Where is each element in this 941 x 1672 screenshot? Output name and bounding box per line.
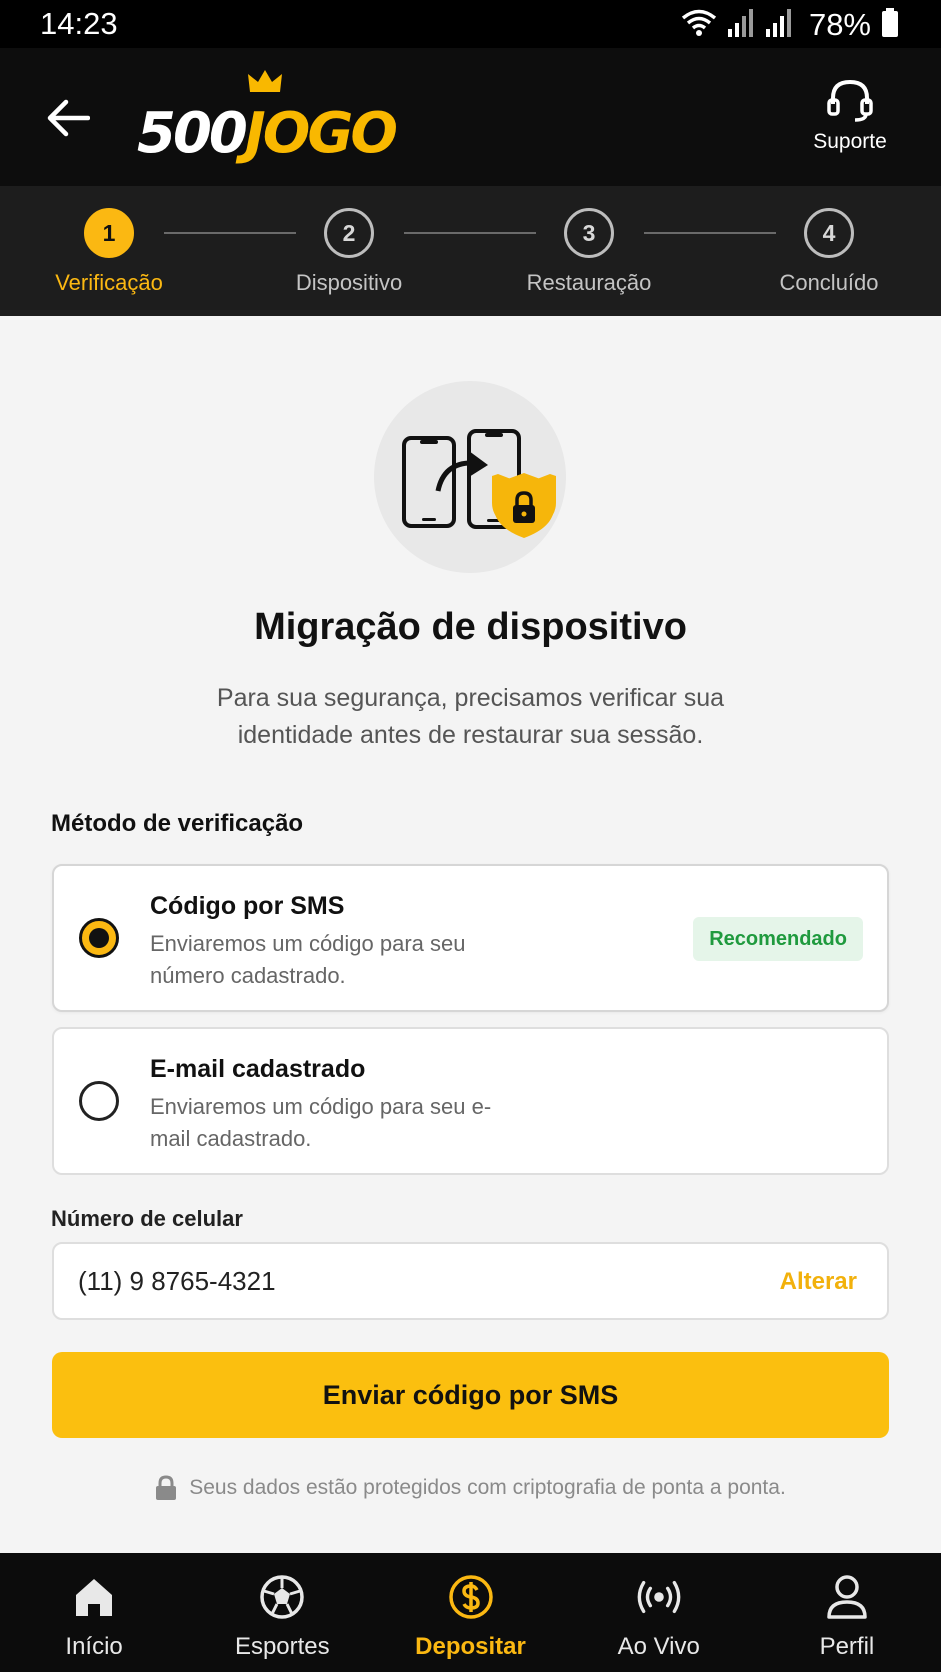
step-device: 2 Dispositivo — [264, 208, 434, 296]
battery-level: 78% — [808, 7, 871, 42]
logo-text: 500JOGO — [137, 106, 398, 162]
nav-item-deposit[interactable]: Depositar — [376, 1553, 564, 1672]
home-icon — [70, 1573, 118, 1621]
lock-icon — [156, 1475, 177, 1500]
status-icons: 78% — [681, 7, 899, 43]
security-note-text: Seus dados estão protegidos com criptogr… — [189, 1476, 786, 1499]
dollar-icon — [447, 1573, 495, 1621]
phone-label: Número de celular — [51, 1206, 243, 1231]
support-label: Suporte — [813, 130, 887, 153]
signal-icon — [727, 8, 755, 43]
step-number: 3 — [564, 208, 614, 258]
option-description: Enviaremos um código para seu número cad… — [150, 931, 466, 988]
radio-sms[interactable] — [79, 918, 119, 958]
progress-stepper: 1 Verificação 2 Dispositivo 3 Restauraçã… — [0, 186, 941, 316]
arrow-left-icon — [47, 99, 90, 137]
option-description: Enviaremos um código para seu e-mail cad… — [150, 1094, 492, 1151]
wifi-icon — [681, 8, 717, 43]
nav-item-profile[interactable]: Perfil — [753, 1553, 941, 1672]
logo-number: 500 — [137, 101, 248, 166]
nav-label: Perfil — [819, 1633, 875, 1660]
brand-logo: 500JOGO — [135, 68, 398, 178]
support-button[interactable]: Suporte — [807, 78, 893, 168]
option-title: E-mail cadastrado — [150, 1055, 366, 1083]
page-subtitle: Para sua segurança, precisamos verificar… — [216, 684, 725, 749]
live-broadcast-icon — [635, 1573, 683, 1621]
phone-transfer-icon — [402, 429, 556, 538]
nav-item-home[interactable]: Início — [0, 1553, 188, 1672]
nav-label: Ao Vivo — [617, 1633, 700, 1660]
radio-email[interactable] — [79, 1081, 119, 1121]
step-completed: 4 Concluído — [744, 208, 914, 296]
nav-label: Início — [65, 1633, 123, 1660]
security-note: Seus dados estão protegidos com criptogr… — [0, 1475, 941, 1501]
phone-value: (11) 9 8765-4321 — [78, 1266, 276, 1296]
step-label: Concluído — [779, 270, 879, 295]
nav-label: Depositar — [415, 1633, 526, 1660]
step-restoration: 3 Restauração — [504, 208, 674, 296]
user-icon — [823, 1573, 871, 1621]
back-button[interactable] — [40, 90, 96, 146]
step-label: Dispositivo — [295, 270, 403, 295]
headset-icon — [827, 79, 873, 122]
phone-field[interactable]: (11) 9 8765-4321 Alterar — [52, 1242, 889, 1320]
verification-method-label: Método de verificação — [51, 810, 304, 837]
step-number: 4 — [804, 208, 854, 258]
signal-icon — [765, 8, 793, 43]
step-number: 2 — [324, 208, 374, 258]
step-verification: 1 Verificação — [24, 208, 194, 296]
option-sms[interactable]: Código por SMS Enviaremos um código para… — [52, 864, 889, 1012]
change-phone-link[interactable]: Alterar — [780, 1268, 857, 1296]
nav-item-live[interactable]: Ao Vivo — [565, 1553, 753, 1672]
nav-item-sports[interactable]: Esportes — [188, 1553, 376, 1672]
step-label: Verificação — [55, 270, 163, 295]
send-sms-code-button[interactable]: Enviar código por SMS — [52, 1352, 889, 1438]
soccer-ball-icon — [258, 1573, 306, 1621]
device-migration-illustration — [374, 381, 566, 573]
logo-word: JOGO — [244, 101, 398, 166]
bottom-nav: Início Esportes Depositar Ao Vivo Perfil — [0, 1553, 941, 1672]
option-email[interactable]: E-mail cadastrado Enviaremos um código p… — [52, 1027, 889, 1175]
status-time: 14:23 — [40, 6, 118, 41]
recommended-badge: Recomendado — [693, 917, 863, 961]
nav-label: Esportes — [234, 1633, 330, 1660]
app-header: 500JOGO Suporte — [0, 48, 941, 186]
status-bar: 14:23 78% — [0, 0, 941, 48]
page-title: Migração de dispositivo — [254, 606, 687, 648]
step-number: 1 — [84, 208, 134, 258]
option-title: Código por SMS — [150, 892, 345, 920]
battery-icon — [881, 7, 899, 43]
crown-icon — [247, 68, 283, 101]
step-label: Restauração — [526, 270, 652, 295]
